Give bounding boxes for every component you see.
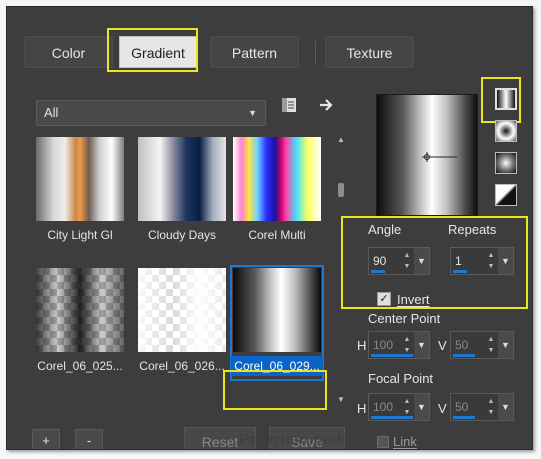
list-icon[interactable] [280,96,298,114]
chevron-down-icon[interactable]: ▼ [498,332,513,358]
spinner-arrows-icon[interactable]: ▲ ▼ [485,250,497,272]
spinner-arrows-icon[interactable]: ▲ ▼ [401,334,413,356]
gradient-item-corel-06-026[interactable]: Corel_06_026... [136,266,228,380]
gradient-swatch [233,268,321,352]
center-h-label: H [357,338,367,353]
repeats-slider-fill [453,270,467,273]
spinner-arrows-icon[interactable]: ▲ ▼ [401,250,413,272]
remove-button[interactable]: - [75,429,103,449]
gradient-item-label: Cloudy Days [147,228,217,242]
rectangular-gradient-icon[interactable] [495,120,517,142]
tab-separator [315,41,316,65]
gradient-swatch [36,137,124,221]
chevron-down-icon[interactable]: ▼ [498,248,513,274]
center-v-value: 50 [455,338,469,352]
library-scrollbar[interactable]: ▲ ▼ [336,135,346,405]
tab-pattern[interactable]: Pattern [210,36,299,68]
chevron-down-icon: ▼ [248,108,257,118]
scrollbar-thumb[interactable] [338,183,344,197]
spinner-arrows-icon[interactable]: ▲ ▼ [401,396,413,418]
arrow-right-icon[interactable] [318,96,336,114]
gradient-item-label: Corel_06_026... [139,359,225,373]
add-button[interactable]: + [32,429,60,449]
chevron-up-icon[interactable]: ▲ [336,135,346,145]
center-h-spinner[interactable]: 100 ▲ ▼ ▼ [368,331,430,359]
chevron-down-icon[interactable]: ▼ [414,394,429,420]
gradient-item-label: Corel_06_025... [37,359,123,373]
focal-point-label: Focal Point [368,371,434,386]
linear-gradient-icon[interactable] [495,88,517,110]
invert-label: Invert [397,292,430,307]
focal-h-spinner[interactable]: 100 ▲ ▼ ▼ [368,393,430,421]
repeats-label: Repeats [448,222,497,237]
gradient-preview[interactable] [376,94,478,216]
center-point-label: Center Point [368,311,441,326]
center-v-slider-fill [453,354,475,357]
center-h-value: 100 [373,338,394,352]
material-properties-panel: Color Gradient Pattern Texture All ▼ Cit… [6,6,533,450]
focal-v-value: 50 [455,400,469,414]
gradient-swatch [233,137,321,221]
angle-label: Angle [368,222,402,237]
spinner-arrows-icon[interactable]: ▲ ▼ [485,396,497,418]
gradient-item-label: Corel Multi [248,228,306,242]
chevron-down-icon[interactable]: ▼ [498,394,513,420]
gradient-item-corel-multi[interactable]: Corel Multi [231,135,323,249]
chevron-down-icon[interactable]: ▼ [414,248,429,274]
watermark-text: Pcorrimo.pedesc [239,431,369,448]
angle-spinner[interactable]: 90 ▲ ▼ ▼ [368,247,430,275]
focal-h-value: 100 [373,400,394,414]
center-handle-icon[interactable] [377,95,477,215]
gradient-swatch [138,137,226,221]
gradient-item-label: City Light Gl [47,228,113,242]
category-dropdown-value: All [44,105,59,120]
focal-v-label: V [438,401,447,416]
invert-checkbox[interactable]: ✓ [377,292,391,306]
tab-color[interactable]: Color [24,36,113,68]
angle-slider-fill [371,270,385,273]
gradient-item-cloudy-days[interactable]: Cloudy Days [136,135,228,249]
tab-gradient[interactable]: Gradient [119,36,197,68]
radial-gradient-icon[interactable] [495,184,517,206]
spinner-arrows-icon[interactable]: ▲ ▼ [485,334,497,356]
gradient-swatch [36,268,124,352]
center-v-label: V [438,338,447,353]
gradient-swatch [138,268,226,352]
focal-v-spinner[interactable]: 50 ▲ ▼ ▼ [450,393,514,421]
focal-h-label: H [357,401,367,416]
focal-h-slider-fill [371,416,413,419]
tab-texture[interactable]: Texture [325,36,414,68]
repeats-spinner[interactable]: 1 ▲ ▼ ▼ [450,247,514,275]
category-dropdown[interactable]: All ▼ [36,100,266,126]
angle-value: 90 [373,254,387,268]
repeats-value: 1 [455,254,462,268]
center-h-slider-fill [371,354,413,357]
link-checkbox[interactable] [377,436,389,448]
gradient-item-label: Corel_06_029... [231,356,323,376]
sunburst-gradient-icon[interactable] [495,152,517,174]
link-label: Link [393,434,417,449]
chevron-down-icon[interactable]: ▼ [336,395,346,405]
gradient-item-city-light[interactable]: City Light Gl [34,135,126,249]
focal-v-slider-fill [453,416,475,419]
gradient-item-corel-06-025[interactable]: Corel_06_025... [34,266,126,380]
center-v-spinner[interactable]: 50 ▲ ▼ ▼ [450,331,514,359]
gradient-item-corel-06-029[interactable]: Corel_06_029... [230,265,324,381]
chevron-down-icon[interactable]: ▼ [414,332,429,358]
